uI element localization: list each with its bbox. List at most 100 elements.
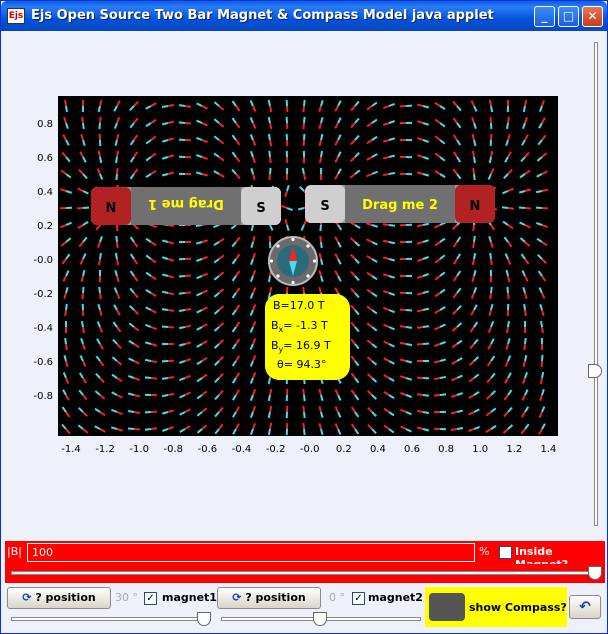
field-arrow-tail bbox=[65, 237, 72, 243]
show-compass-button[interactable]: show Compass? bbox=[425, 587, 567, 627]
field-arrow-head bbox=[523, 343, 526, 351]
field-arrow-head bbox=[433, 394, 441, 397]
field-arrow-tail bbox=[161, 273, 169, 277]
field-arrow-head bbox=[252, 253, 256, 260]
magnet2-checkbox[interactable]: ✓ bbox=[352, 592, 365, 605]
field-arrow-head bbox=[218, 139, 225, 145]
field-arrow-head bbox=[468, 411, 475, 416]
field-arrow-tail bbox=[78, 407, 84, 413]
field-arrow-tail bbox=[96, 338, 101, 345]
field-arrow-tail bbox=[320, 150, 324, 158]
field-arrow-tail bbox=[507, 372, 512, 379]
field-arrow-head bbox=[63, 116, 67, 124]
field-arrow-head bbox=[252, 304, 257, 311]
field-arrow-tail bbox=[213, 292, 220, 298]
field-arrow-head bbox=[318, 139, 322, 147]
field-arrow-head bbox=[452, 241, 458, 248]
window-title: Ejs Open Source Two Bar Magnet & Compass… bbox=[31, 8, 494, 23]
field-arrow-head bbox=[133, 360, 140, 365]
field-arrow-tail bbox=[473, 338, 479, 345]
field-arrow-head bbox=[539, 377, 543, 385]
magnet1-checkbox[interactable]: ✓ bbox=[144, 592, 157, 605]
field-arrow-tail bbox=[388, 102, 395, 107]
field-arrow-tail bbox=[286, 184, 290, 192]
field-arrow-tail bbox=[388, 224, 396, 227]
vertical-slider-thumb[interactable] bbox=[588, 364, 602, 378]
field-percent-field[interactable]: 100 bbox=[27, 543, 475, 562]
angle1-slider-thumb[interactable] bbox=[197, 612, 211, 626]
field-arrow-head bbox=[269, 422, 273, 430]
field-arrow-tail bbox=[490, 372, 496, 379]
inside-magnet-checkbox[interactable] bbox=[499, 546, 512, 559]
field-arrow-head bbox=[116, 100, 121, 107]
y-tick-label: -0.6 bbox=[33, 357, 53, 368]
field-arrow-tail bbox=[145, 271, 152, 277]
field-arrow-tail bbox=[250, 151, 254, 158]
field-arrow-head bbox=[150, 309, 157, 314]
field-arrow-head bbox=[524, 188, 532, 192]
field-arrow-head bbox=[350, 122, 356, 129]
magnet1-controls: ⟳ ? position 30 ° ✓ magnet1 bbox=[5, 585, 217, 631]
field-arrow-tail bbox=[518, 206, 526, 209]
field-arrow-tail bbox=[196, 377, 203, 383]
field-arrow-tail bbox=[320, 99, 324, 107]
title-bar[interactable]: Ejs Ejs Open Source Two Bar Magnet & Com… bbox=[1, 1, 607, 31]
field-arrow-tail bbox=[405, 360, 413, 364]
minimize-button[interactable]: _ bbox=[534, 6, 555, 27]
field-arrow-tail bbox=[319, 224, 322, 232]
field-arrow-tail bbox=[320, 133, 324, 141]
magnet-2[interactable]: S Drag me 2 N bbox=[305, 185, 495, 223]
field-arrow-head bbox=[434, 343, 441, 348]
position1-button[interactable]: ⟳ ? position bbox=[7, 587, 111, 609]
compass[interactable] bbox=[268, 236, 318, 286]
field-arrow-tail bbox=[519, 237, 526, 243]
field-arrow-tail bbox=[267, 99, 271, 107]
field-arrow-head bbox=[235, 304, 241, 311]
field-arrow-head bbox=[541, 188, 549, 192]
field-arrow-tail bbox=[64, 337, 67, 345]
x-tick-label: -0.8 bbox=[163, 444, 184, 455]
field-arrow-head bbox=[99, 428, 106, 433]
field-arrow-tail bbox=[524, 372, 528, 379]
field-arrow-tail bbox=[388, 258, 396, 262]
field-arrow-tail bbox=[196, 411, 203, 417]
field-arrow-head bbox=[235, 253, 241, 260]
field-arrow-tail bbox=[129, 236, 135, 243]
field-arrow-tail bbox=[456, 392, 464, 396]
field-arrow-tail bbox=[269, 224, 274, 231]
field-arrow-tail bbox=[320, 394, 324, 402]
field-arrow-tail bbox=[371, 411, 377, 417]
angle1-slider-track[interactable] bbox=[11, 617, 211, 621]
field-arrow-tail bbox=[473, 252, 477, 260]
position2-button[interactable]: ⟳ ? position bbox=[217, 587, 321, 609]
strength-slider[interactable] bbox=[5, 564, 605, 583]
field-arrow-head bbox=[470, 309, 475, 316]
field-arrow-head bbox=[366, 305, 373, 311]
field-arrow-head bbox=[82, 394, 88, 401]
strength-slider-thumb[interactable] bbox=[588, 566, 602, 580]
close-button[interactable]: ✕ bbox=[582, 6, 603, 27]
field-arrow-tail bbox=[231, 117, 237, 124]
field-arrow-tail bbox=[371, 135, 378, 141]
field-arrow-tail bbox=[405, 326, 413, 329]
field-arrow-head bbox=[490, 224, 496, 231]
field-arrow-tail bbox=[213, 326, 220, 332]
field-arrow-tail bbox=[506, 122, 509, 130]
field-arrow-tail bbox=[65, 190, 73, 194]
field-arrow-head bbox=[201, 139, 208, 144]
maximize-button[interactable]: □ bbox=[558, 6, 579, 27]
field-arrow-tail bbox=[65, 173, 72, 179]
field-arrow-head bbox=[150, 258, 157, 264]
vertical-slider[interactable] bbox=[588, 34, 604, 534]
field-arrow-tail bbox=[65, 105, 68, 113]
reset-button[interactable]: ↶ bbox=[569, 595, 601, 619]
field-arrow-tail bbox=[371, 394, 378, 400]
field-arrow-head bbox=[366, 373, 373, 379]
field-arrow-tail bbox=[456, 105, 462, 112]
field-arrow-head bbox=[538, 411, 543, 418]
angle2-slider-thumb[interactable] bbox=[313, 612, 327, 626]
field-arrow-tail bbox=[111, 373, 118, 379]
magnet-1[interactable]: N Drag me 1 S bbox=[91, 187, 281, 225]
field-arrow-head bbox=[218, 423, 224, 430]
field-arrow-head bbox=[184, 291, 192, 294]
